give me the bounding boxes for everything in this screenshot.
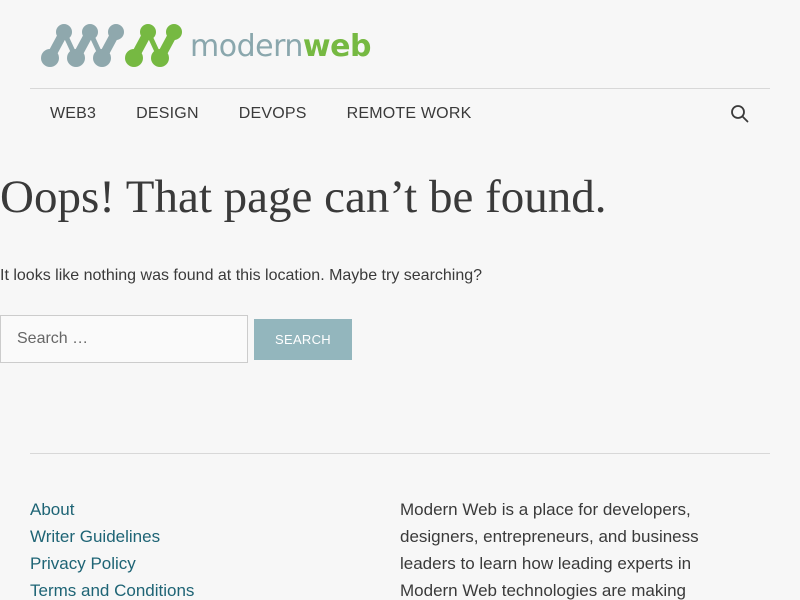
site-logo[interactable]: modernweb: [40, 18, 371, 70]
nav-item-web3[interactable]: WEB3: [50, 105, 96, 123]
logo-text-modern: modern: [190, 29, 303, 64]
search-icon[interactable]: [730, 104, 750, 124]
footer-divider: [30, 453, 770, 454]
footer-link-writer-guidelines[interactable]: Writer Guidelines: [30, 523, 194, 550]
logo-wordmark: modernweb: [190, 32, 371, 62]
main-navigation: WEB3 DESIGN DEVOPS REMOTE WORK: [30, 88, 770, 139]
footer-about-text: Modern Web is a place for developers, de…: [400, 500, 699, 600]
search-form: SEARCH: [0, 315, 352, 363]
nav-item-devops[interactable]: DEVOPS: [239, 105, 307, 123]
not-found-message: It looks like nothing was found at this …: [0, 267, 483, 284]
search-input[interactable]: [0, 315, 248, 363]
footer-link-terms-and-conditions[interactable]: Terms and Conditions: [30, 577, 194, 600]
modernweb-molecule-logo-icon: [41, 24, 182, 67]
footer-link-about[interactable]: About: [30, 496, 194, 523]
footer-links: About Writer Guidelines Privacy Policy T…: [30, 496, 194, 600]
page-title: Oops! That page can’t be found.: [0, 171, 607, 223]
nav-item-design[interactable]: DESIGN: [136, 105, 199, 123]
nav-item-remote-work[interactable]: REMOTE WORK: [347, 105, 472, 123]
search-button[interactable]: SEARCH: [254, 318, 352, 360]
logo-text-web: web: [302, 29, 372, 64]
footer-link-privacy-policy[interactable]: Privacy Policy: [30, 550, 194, 577]
page: modernweb WEB3 DESIGN DEVOPS REMOTE WORK…: [0, 0, 800, 600]
